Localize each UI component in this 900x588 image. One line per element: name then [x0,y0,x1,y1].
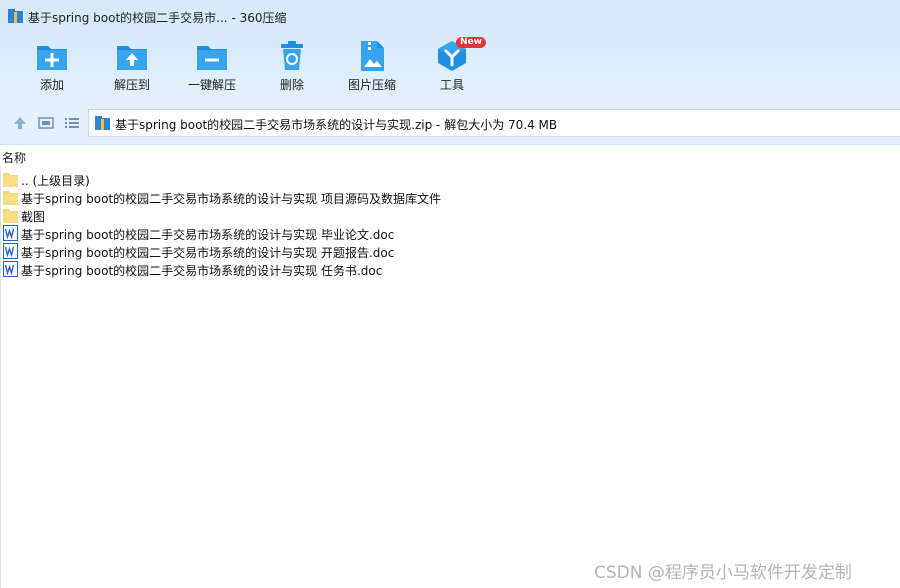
list-item-name: 基于spring boot的校园二手交易市场系统的设计与实现 毕业论文.doc [21,228,395,242]
word-doc-icon [3,261,18,277]
archive-app-icon [8,9,23,23]
list-item-name: 基于spring boot的校园二手交易市场系统的设计与实现 项目源码及数据库文… [21,192,441,206]
address-bar-area: 基于spring boot的校园二手交易市场系统的设计与实现.zip - 解包大… [0,102,900,144]
list-item[interactable]: 基于spring boot的校园二手交易市场系统的设计与实现 开题报告.doc [3,242,603,260]
address-field[interactable]: 基于spring boot的校园二手交易市场系统的设计与实现.zip - 解包大… [88,109,900,137]
zip-file-icon [95,116,110,130]
delete-icon [281,41,303,70]
image-compress-label: 图片压缩 [347,78,396,92]
folder-icon [3,191,18,205]
delete-button[interactable]: 删除 [252,40,332,98]
one-click-extract-button[interactable]: 一键解压 [172,40,252,98]
list-item[interactable]: 截图 [3,206,603,224]
tools-button[interactable]: New 工具 [412,37,492,98]
extract-to-label: 解压到 [113,78,150,92]
add-label: 添加 [39,78,64,92]
address-text: 基于spring boot的校园二手交易市场系统的设计与实现.zip - 解包大… [115,118,558,132]
csdn-watermark: CSDN @程序员小马软件开发定制 [594,563,852,583]
list-item[interactable]: 基于spring boot的校园二手交易市场系统的设计与实现 项目源码及数据库文… [3,188,603,206]
title-bar: 基于spring boot的校园二手交易市... - 360压缩 [0,0,900,34]
list-item-name: .. (上级目录) [21,174,90,188]
list-item-parent-dir[interactable]: .. (上级目录) [3,170,603,188]
list-view-icon[interactable] [64,115,80,131]
folder-icon [3,209,18,223]
new-badge: New [456,37,486,48]
list-left-border [0,166,1,588]
tools-label: 工具 [439,78,464,92]
toolbar: 添加 解压到 一键解压 删除 图片压缩 New 工具 [0,34,900,102]
word-doc-icon [3,225,18,241]
word-doc-icon [3,243,18,259]
add-button[interactable]: 添加 [12,40,92,98]
list-item-name: 截图 [21,210,46,224]
folder-icon [3,173,18,187]
divider [0,144,900,145]
column-header-name[interactable]: 名称 [2,149,26,166]
image-compress-button[interactable]: 图片压缩 [332,40,412,98]
image-compress-icon [361,41,384,71]
list-item[interactable]: 基于spring boot的校园二手交易市场系统的设计与实现 任务书.doc [3,260,603,278]
extract-to-icon [117,46,147,70]
window-title: 基于spring boot的校园二手交易市... - 360压缩 [28,11,287,25]
list-item[interactable]: 基于spring boot的校园二手交易市场系统的设计与实现 毕业论文.doc [3,224,603,242]
up-arrow-icon[interactable] [12,115,28,131]
one-click-extract-icon [197,46,227,70]
list-item-name: 基于spring boot的校园二手交易市场系统的设计与实现 任务书.doc [21,264,383,278]
extract-to-button[interactable]: 解压到 [92,40,172,98]
one-click-extract-label: 一键解压 [187,78,236,92]
thumbnail-view-icon[interactable] [38,115,54,131]
list-item-name: 基于spring boot的校园二手交易市场系统的设计与实现 开题报告.doc [21,246,395,260]
add-icon [37,46,67,70]
delete-label: 删除 [279,78,304,92]
file-list: .. (上级目录) 基于spring boot的校园二手交易市场系统的设计与实现… [3,170,603,278]
